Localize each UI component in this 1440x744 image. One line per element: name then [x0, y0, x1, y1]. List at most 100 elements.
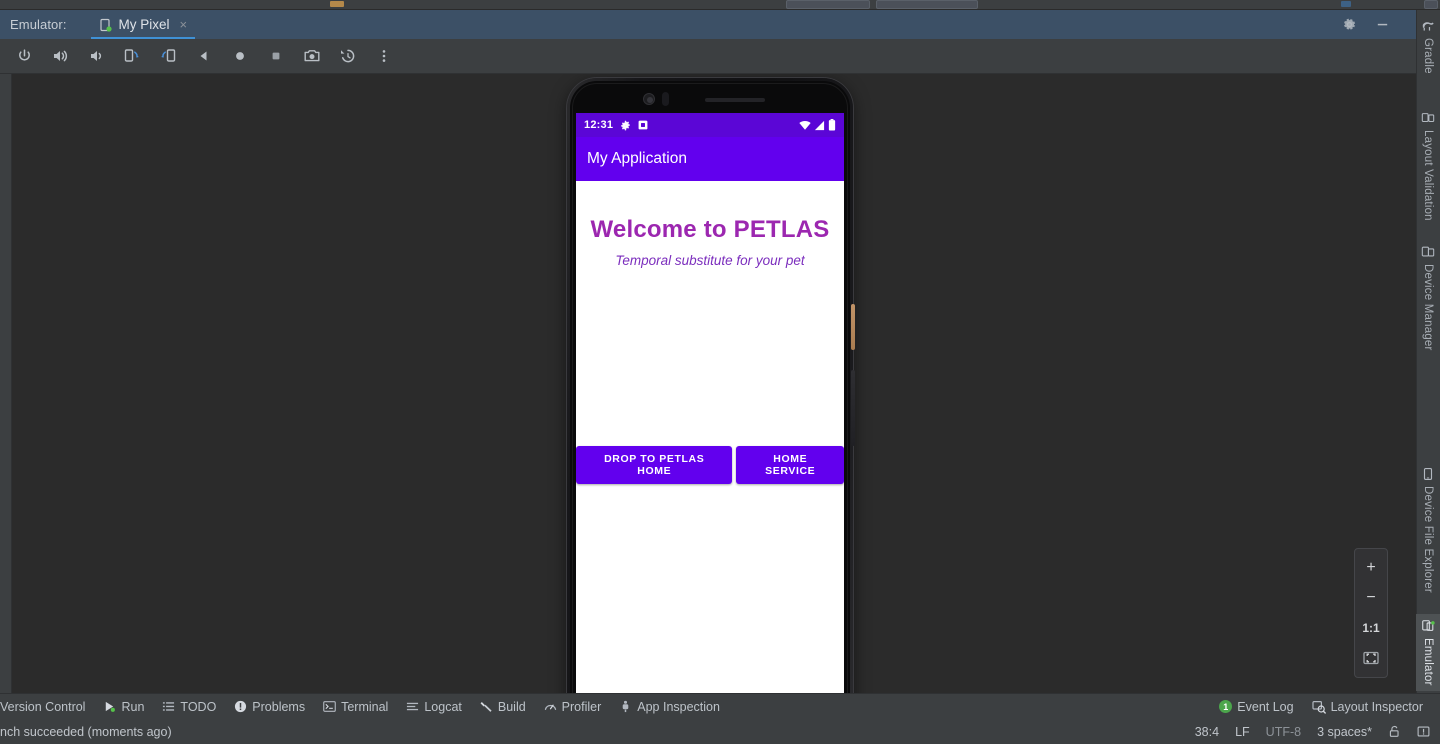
actual-size-button[interactable]: 1:1 [1356, 614, 1386, 642]
tool-button-gradle[interactable]: Gradle [1416, 14, 1440, 79]
action-button-row: DROP TO PETLAS HOME HOME SERVICE [576, 446, 844, 484]
right-tool-strip: Gradle Layout Validation Device Manager [1416, 10, 1440, 700]
left-strip-item-build[interactable]: Build [0, 88, 44, 112]
back-button[interactable] [192, 44, 216, 68]
tool-button-build[interactable]: Build [471, 694, 535, 720]
app-square-icon [638, 120, 648, 130]
tool-button-run[interactable]: Run [94, 694, 153, 720]
layout-validation-icon [1421, 111, 1435, 125]
zoom-out-button[interactable]: − [1356, 584, 1386, 612]
terminal-icon [323, 700, 336, 713]
close-icon[interactable]: × [180, 17, 188, 32]
tab-label: My Pixel [118, 17, 170, 32]
minimize-icon[interactable] [1375, 17, 1390, 32]
overview-button[interactable] [264, 44, 288, 68]
profiler-icon [544, 700, 557, 713]
app-content: Welcome to PETLAS Temporal substitute fo… [576, 181, 844, 700]
status-bar-left: 12:31 [584, 119, 648, 131]
tool-button-label: App Inspection [637, 699, 720, 714]
tool-button-device-manager[interactable]: Device Manager [1416, 240, 1440, 356]
zoom-in-button[interactable]: + [1356, 554, 1386, 582]
indent-setting[interactable]: 3 spaces* [1317, 725, 1372, 739]
android-studio-window: Emulator: My Pixel × 12:31 My Applicatio… [0, 0, 1440, 744]
toolbar-chip-run-config[interactable] [876, 0, 978, 9]
volume-up-button[interactable] [48, 44, 72, 68]
signal-icon [814, 120, 825, 131]
tool-button-label: Device Manager [1422, 264, 1434, 351]
tool-button-label: Run [121, 699, 145, 714]
tool-button-label: Problems [252, 699, 306, 714]
device-manager-icon [1421, 245, 1435, 259]
drop-to-petlas-home-button[interactable]: DROP TO PETLAS HOME [576, 446, 733, 484]
toolbar-chip-right[interactable] [1424, 0, 1438, 9]
tool-window-header-actions [1342, 10, 1390, 39]
tool-button-device-file-explorer[interactable]: Device File Explorer [1416, 462, 1440, 598]
tool-button-label: Layout Inspector [1330, 699, 1423, 714]
tool-button-logcat[interactable]: Logcat [397, 694, 471, 720]
device-power-button[interactable] [851, 304, 855, 350]
emulator-icon [1421, 619, 1435, 633]
tool-button-app-inspection[interactable]: App Inspection [610, 694, 729, 720]
zoom-control-panel: + − 1:1 [1354, 548, 1388, 678]
notification-icon[interactable] [1417, 725, 1430, 738]
toolbar-accent-marker [330, 1, 344, 7]
ide-status-bar: nch succeeded (moments ago) 38:4 LF UTF-… [0, 719, 1440, 744]
emulator-tool-window-header: Emulator: My Pixel × [0, 10, 1416, 39]
status-bar-clock: 12:31 [584, 119, 614, 131]
emulator-canvas[interactable]: Build Component Tree 12:31 [0, 74, 1416, 700]
snapshot-button[interactable] [336, 44, 360, 68]
emulator-device-frame: 12:31 My Application Welcome to PETLAS T… [567, 78, 855, 700]
tool-button-todo[interactable]: TODO [153, 694, 225, 720]
fit-to-screen-icon[interactable] [1356, 644, 1386, 672]
left-strip-item-component-tree[interactable]: Component Tree [0, 464, 44, 546]
lock-icon[interactable] [1388, 725, 1401, 738]
gear-icon[interactable] [1342, 17, 1357, 32]
volume-down-button[interactable] [84, 44, 108, 68]
tool-button-layout-inspector[interactable]: Layout Inspector [1303, 694, 1432, 720]
tool-button-label: Layout Validation [1422, 130, 1434, 221]
bottom-tool-window-bar: Version Control Run TODO Problems Termin… [0, 693, 1440, 719]
welcome-subheading: Temporal substitute for your pet [615, 253, 805, 268]
device-volume-rocker[interactable] [851, 370, 855, 446]
status-bar-right [799, 119, 836, 131]
earpiece-speaker [705, 98, 765, 102]
tool-button-version-control[interactable]: Version Control [0, 694, 94, 720]
front-camera-icon [643, 93, 655, 105]
device-running-icon [99, 18, 113, 32]
status-bar-right-group: 38:4 LF UTF-8 3 spaces* [1195, 725, 1430, 739]
android-status-bar: 12:31 [576, 113, 844, 137]
rotate-left-button[interactable] [120, 44, 144, 68]
tool-button-label: Gradle [1422, 38, 1434, 74]
device-top-sensors [570, 81, 850, 115]
tool-button-emulator[interactable]: Emulator [1416, 614, 1440, 691]
tool-button-terminal[interactable]: Terminal [314, 694, 397, 720]
ide-toolbar-sliver [0, 0, 1440, 10]
tab-my-pixel[interactable]: My Pixel × [90, 10, 196, 39]
home-button[interactable] [228, 44, 252, 68]
file-encoding[interactable]: UTF-8 [1266, 725, 1301, 739]
emulator-device-toolbar [0, 39, 1416, 74]
tool-button-label: Logcat [424, 699, 462, 714]
proximity-sensor-icon [662, 92, 669, 106]
left-tool-strip: Build Component Tree [0, 74, 12, 700]
tool-button-label: Emulator [1422, 638, 1434, 686]
caret-position[interactable]: 38:4 [1195, 725, 1219, 739]
tool-button-profiler[interactable]: Profiler [535, 694, 611, 720]
home-service-button[interactable]: HOME SERVICE [736, 446, 844, 484]
line-separator[interactable]: LF [1235, 725, 1250, 739]
app-inspection-icon [619, 700, 632, 713]
screenshot-button[interactable] [300, 44, 324, 68]
device-file-explorer-icon [1421, 467, 1435, 481]
tool-button-event-log[interactable]: 1 Event Log [1210, 694, 1302, 720]
power-button[interactable] [12, 44, 36, 68]
device-screen[interactable]: 12:31 My Application Welcome to PETLAS T… [576, 113, 844, 700]
tool-button-label: Terminal [341, 699, 389, 714]
rotate-right-button[interactable] [156, 44, 180, 68]
app-bar: My Application [576, 137, 844, 181]
more-button[interactable] [372, 44, 396, 68]
toolbar-chip-device[interactable] [786, 0, 870, 9]
tool-button-layout-validation[interactable]: Layout Validation [1416, 106, 1440, 226]
wifi-icon [799, 120, 811, 131]
tool-button-label: Event Log [1237, 699, 1294, 714]
tool-button-problems[interactable]: Problems [225, 694, 314, 720]
